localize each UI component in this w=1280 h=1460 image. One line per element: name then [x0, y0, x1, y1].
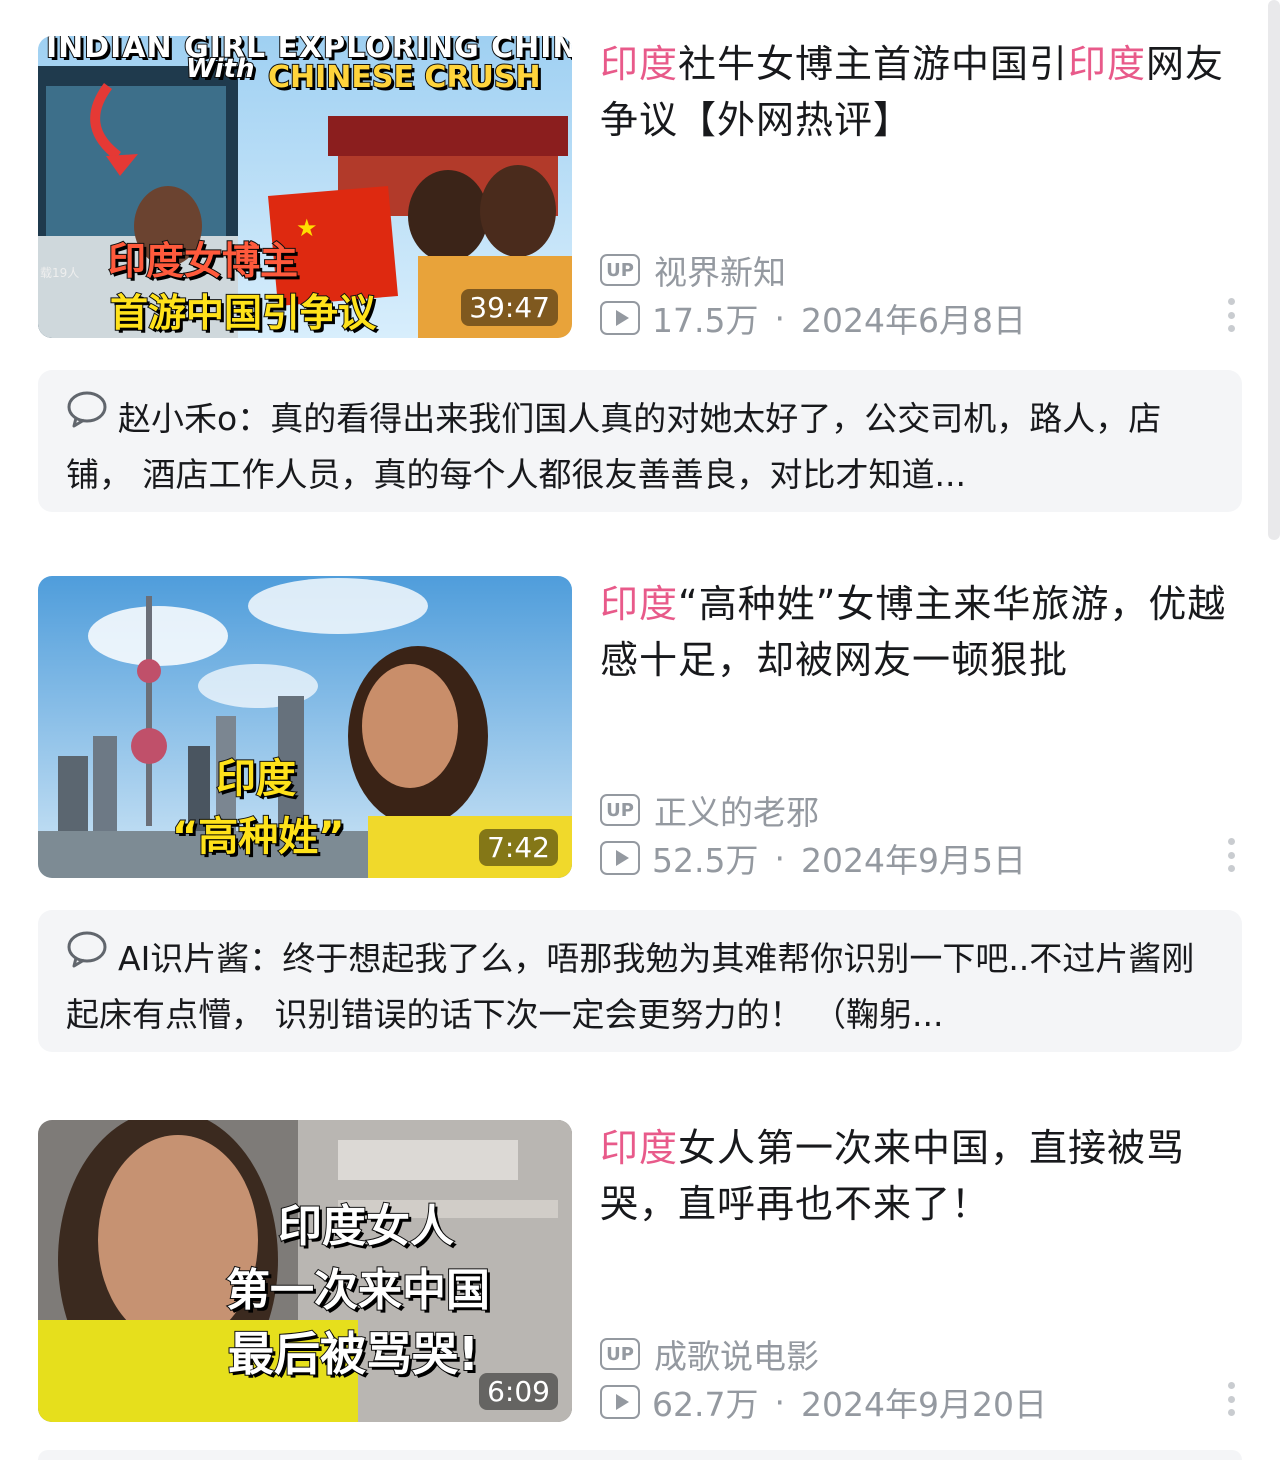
thumb-caption-1: 印度女博主 [107, 238, 299, 284]
video-thumbnail[interactable]: 印度女人 第一次来中国 最后被骂哭! 6:09 [38, 1120, 572, 1422]
video-title[interactable]: 印度女人第一次来中国，直接被骂哭，直呼再也不来了！ [600, 1120, 1242, 1232]
comment-bubble-icon [66, 390, 108, 444]
up-badge-icon: UP [600, 794, 640, 826]
meta-separator: · [774, 298, 785, 338]
video-thumbnail[interactable]: 印度 “高种姓” 7:42 [38, 576, 572, 878]
view-count: 52.5万 [652, 841, 759, 880]
title-text: 社牛女博主首游中国引 [678, 42, 1069, 86]
video-meta: 52.5万 · 2024年9月5日 [600, 834, 1026, 882]
thumb-caption-with: With [185, 53, 256, 85]
uploader-row[interactable]: UP 视界新知 [600, 246, 786, 294]
video-duration: 7:42 [479, 829, 558, 866]
thumb-caption-en: CHINESE CRUSH [267, 59, 542, 96]
view-count: 17.5万 [652, 301, 759, 340]
title-text: 女人第一次来中国，直接被骂哭，直呼再也不来了！ [600, 1126, 1186, 1226]
title-highlight: 印度 [600, 1126, 679, 1170]
video-card[interactable]: ★ INDIAN GIRL EXPLORING CHINA With CHINE… [38, 36, 1242, 340]
uploader-row[interactable]: UP 成歌说电影 [600, 1330, 819, 1378]
video-thumbnail[interactable]: ★ INDIAN GIRL EXPLORING CHINA With CHINE… [38, 36, 572, 338]
video-card[interactable]: 印度女人 第一次来中国 最后被骂哭! 6:09 印度女人第一次来中国，直接被骂哭… [38, 1120, 1242, 1424]
thumb-caption-2: “高种姓” [171, 813, 346, 861]
comment-user[interactable]: 赵小禾o [118, 399, 237, 438]
hot-comment[interactable]: 赵小禾o：真的看得出来我们国人真的对她太好了，公交司机，路人，店铺， 酒店工作人… [38, 370, 1242, 512]
video-meta: 62.7万 · 2024年9月20日 [600, 1378, 1047, 1426]
video-meta: 17.5万 · 2024年6月8日 [600, 294, 1026, 342]
scrollbar[interactable] [1268, 0, 1280, 540]
title-highlight: 印度 [600, 582, 679, 626]
title-text: “高种姓”女博主来华旅游，优越感十足，却被网友一顿狠批 [600, 582, 1227, 682]
title-highlight: 印度 [1068, 42, 1147, 86]
more-vertical-icon[interactable] [1226, 838, 1236, 872]
svg-text:★: ★ [296, 214, 318, 242]
title-highlight: 印度 [600, 42, 679, 86]
video-title[interactable]: 印度社牛女博主首游中国引印度网友争议【外网热评】 [600, 36, 1242, 148]
play-count-icon [600, 301, 640, 335]
up-badge-icon: UP [600, 1338, 640, 1370]
video-info: 印度“高种姓”女博主来华旅游，优越感十足，却被网友一顿狠批 UP 正义的老邪 5… [600, 576, 1242, 880]
uploader-row[interactable]: UP 正义的老邪 [600, 786, 819, 834]
video-duration: 6:09 [479, 1373, 558, 1410]
meta-separator: · [774, 838, 785, 878]
uploader-name[interactable]: 正义的老邪 [654, 786, 819, 834]
more-vertical-icon[interactable] [1226, 298, 1236, 332]
thumb-caption-3: 最后被骂哭! [227, 1326, 480, 1382]
video-info: 印度社牛女博主首游中国引印度网友争议【外网热评】 UP 视界新知 17.5万 ·… [600, 36, 1242, 340]
more-vertical-icon[interactable] [1226, 1382, 1236, 1416]
video-feed: ★ INDIAN GIRL EXPLORING CHINA With CHINE… [0, 0, 1280, 1460]
up-badge-icon: UP [600, 254, 640, 286]
meta-separator: · [774, 1382, 785, 1422]
publish-date: 2024年9月5日 [800, 841, 1026, 880]
video-card[interactable]: 印度 “高种姓” 7:42 印度“高种姓”女博主来华旅游，优越感十足，却被网友一… [38, 576, 1242, 880]
thumb-caption-1: 印度 [215, 755, 297, 803]
thumb-caption-2: 第一次来中国 [225, 1264, 491, 1317]
comment-bubble-icon [66, 930, 108, 984]
publish-date: 2024年9月20日 [800, 1385, 1047, 1424]
uploader-name[interactable]: 视界新知 [654, 246, 786, 294]
view-count: 62.7万 [652, 1385, 759, 1424]
comment-user[interactable]: AI识片酱 [118, 939, 249, 978]
thumb-caption-2: 首游中国引争议 [109, 290, 377, 336]
video-duration: 39:47 [461, 289, 558, 326]
play-count-icon [600, 841, 640, 875]
uploader-name[interactable]: 成歌说电影 [654, 1330, 819, 1378]
video-title[interactable]: 印度“高种姓”女博主来华旅游，优越感十足，却被网友一顿狠批 [600, 576, 1242, 688]
hot-comment[interactable]: AI识片酱：终于想起我了么，唔那我勉为其难帮你识别一下吧..不过片酱刚起床有点懵… [38, 910, 1242, 1052]
publish-date: 2024年6月8日 [800, 301, 1026, 340]
next-comment-edge [38, 1450, 1242, 1460]
thumb-caption-1: 印度女人 [277, 1200, 455, 1253]
thumb-bus-text: 载19人 [40, 266, 80, 280]
video-info: 印度女人第一次来中国，直接被骂哭，直呼再也不来了！ UP 成歌说电影 62.7万… [600, 1120, 1242, 1424]
play-count-icon [600, 1385, 640, 1419]
